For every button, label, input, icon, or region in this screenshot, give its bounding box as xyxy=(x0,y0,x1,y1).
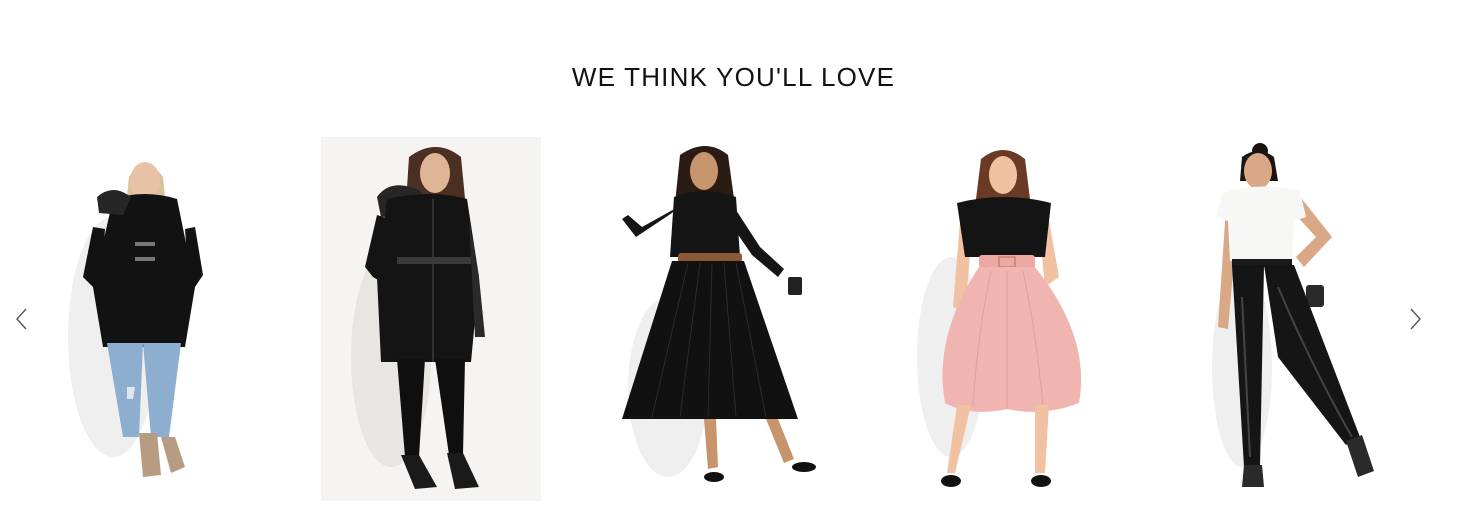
product-image[interactable] xyxy=(608,137,828,501)
product-image[interactable] xyxy=(1182,137,1402,501)
product-card[interactable] xyxy=(35,137,255,521)
product-card[interactable] xyxy=(321,137,541,521)
section-title: WE THINK YOU'LL LOVE xyxy=(571,62,896,92)
product-card[interactable] xyxy=(1182,137,1402,521)
product-image[interactable] xyxy=(321,137,541,501)
chevron-left-icon xyxy=(16,308,27,330)
product-image[interactable] xyxy=(895,137,1115,501)
chevron-right-icon xyxy=(1410,308,1421,330)
product-card[interactable] xyxy=(608,137,828,521)
recommendations-section: WE THINK YOU'LL LOVE xyxy=(0,0,1467,521)
carousel-prev-button[interactable] xyxy=(8,306,34,332)
carousel-next-button[interactable] xyxy=(1403,306,1429,332)
product-image[interactable] xyxy=(35,137,255,501)
product-card[interactable] xyxy=(895,137,1115,521)
